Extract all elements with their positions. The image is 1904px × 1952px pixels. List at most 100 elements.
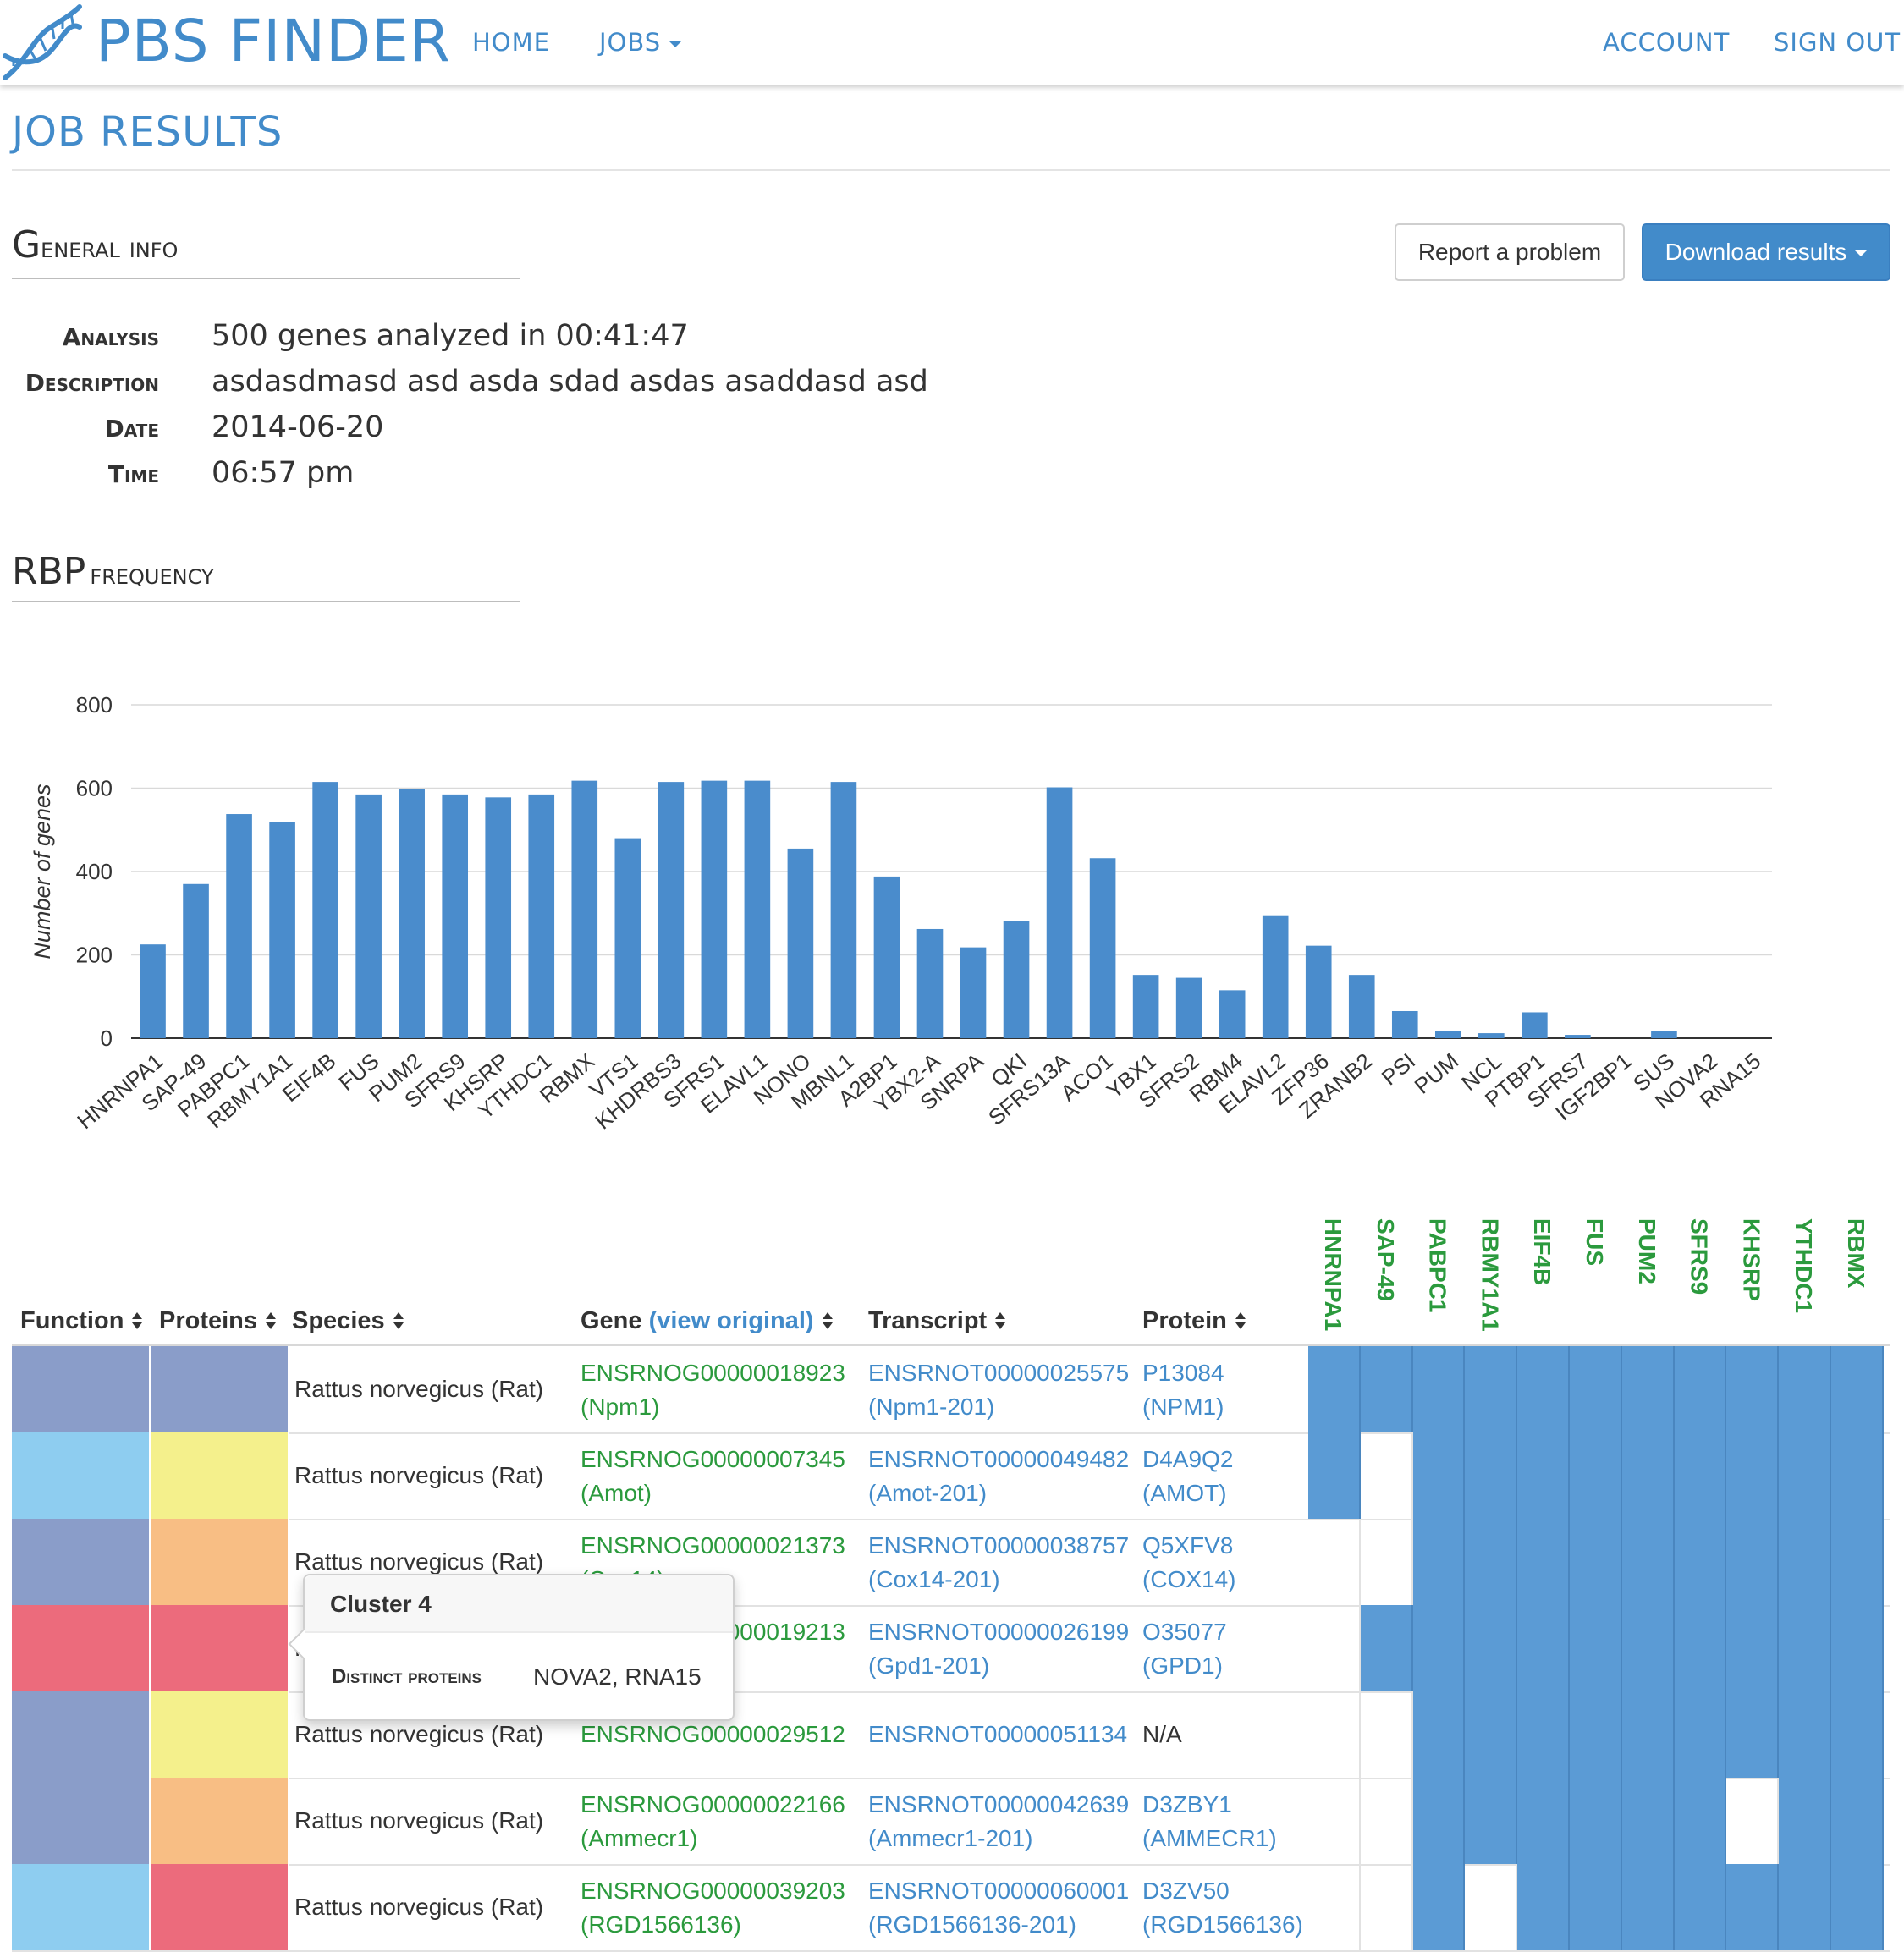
table-row[interactable]: Rattus norvegicus (Rat) ENSRNOG0000000734… bbox=[12, 1432, 1890, 1520]
function-cluster-swatch[interactable] bbox=[12, 1605, 151, 1691]
rbp-presence-cell[interactable] bbox=[1674, 1519, 1727, 1605]
proteins-cluster-swatch[interactable] bbox=[151, 1432, 289, 1519]
gene-id-link[interactable]: ENSRNOG00000039203 bbox=[581, 1874, 845, 1908]
transcript-name-link[interactable]: (Ammecr1-201) bbox=[868, 1822, 1129, 1856]
rbp-presence-cell[interactable] bbox=[1831, 1864, 1884, 1950]
rbp-column-header[interactable]: RBMY1A1 bbox=[1475, 1218, 1504, 1332]
transcript-id-link[interactable]: ENSRNOT00000051134 bbox=[868, 1718, 1127, 1751]
table-row[interactable]: Rattus norvegicus (Rat) ENSRNOG0000002951… bbox=[12, 1691, 1890, 1779]
rbp-column-header[interactable]: RBMX bbox=[1841, 1218, 1870, 1288]
header-function[interactable]: Function bbox=[20, 1295, 143, 1346]
transcript-id-link[interactable]: ENSRNOT00000042639 bbox=[868, 1788, 1129, 1822]
transcript-name-link[interactable]: (RGD1566136-201) bbox=[868, 1908, 1129, 1942]
rbp-presence-cell[interactable] bbox=[1726, 1432, 1780, 1519]
proteins-cluster-swatch[interactable] bbox=[151, 1346, 289, 1432]
rbp-presence-cell[interactable] bbox=[1570, 1605, 1622, 1691]
rbp-presence-cell[interactable] bbox=[1308, 1432, 1361, 1519]
nav-jobs-dropdown[interactable]: JOBS bbox=[599, 22, 682, 63]
rbp-presence-cell[interactable] bbox=[1465, 1605, 1518, 1691]
rbp-presence-cell[interactable] bbox=[1621, 1778, 1675, 1864]
rbp-presence-cell[interactable] bbox=[1779, 1864, 1831, 1950]
rbp-column-header[interactable]: YTHDC1 bbox=[1789, 1218, 1818, 1313]
function-cluster-swatch[interactable] bbox=[12, 1864, 151, 1950]
table-row[interactable]: Rattus norvegicus (Rat) ENSRNOG0000003920… bbox=[12, 1864, 1890, 1952]
proteins-cluster-swatch[interactable] bbox=[151, 1605, 289, 1691]
table-row[interactable]: Rattus norvegicus (Rat) ENSRNOG0000002137… bbox=[12, 1519, 1890, 1607]
rbp-column-header[interactable]: KHSRP bbox=[1736, 1218, 1765, 1301]
report-problem-button[interactable]: Report a problem bbox=[1395, 223, 1625, 281]
rbp-presence-cell[interactable] bbox=[1465, 1691, 1518, 1778]
rbp-presence-cell[interactable] bbox=[1621, 1432, 1675, 1519]
rbp-presence-cell[interactable] bbox=[1412, 1864, 1466, 1950]
rbp-presence-cell[interactable] bbox=[1465, 1778, 1518, 1864]
rbp-presence-cell[interactable] bbox=[1517, 1691, 1570, 1778]
rbp-presence-cell[interactable] bbox=[1621, 1691, 1675, 1778]
rbp-presence-cell[interactable] bbox=[1308, 1778, 1361, 1864]
rbp-presence-cell[interactable] bbox=[1570, 1346, 1622, 1432]
nav-account-link[interactable]: ACCOUNT bbox=[1603, 22, 1730, 63]
rbp-column-header[interactable]: PUM2 bbox=[1632, 1218, 1661, 1284]
rbp-presence-cell[interactable] bbox=[1570, 1519, 1622, 1605]
rbp-column-header[interactable]: HNRNPA1 bbox=[1318, 1218, 1347, 1331]
rbp-presence-cell[interactable] bbox=[1570, 1432, 1622, 1519]
transcript-id-link[interactable]: ENSRNOT00000060001 bbox=[868, 1874, 1129, 1908]
rbp-column-header[interactable]: SAP-49 bbox=[1371, 1218, 1400, 1301]
rbp-presence-cell[interactable] bbox=[1517, 1605, 1570, 1691]
transcript-name-link[interactable]: (Cox14-201) bbox=[868, 1563, 1129, 1597]
gene-name-link[interactable]: (Npm1) bbox=[581, 1390, 845, 1424]
rbp-presence-cell[interactable] bbox=[1674, 1691, 1727, 1778]
rbp-presence-cell[interactable] bbox=[1726, 1346, 1780, 1432]
protein-id-link[interactable]: Q5XFV8 bbox=[1142, 1529, 1235, 1563]
rbp-presence-cell[interactable] bbox=[1674, 1432, 1727, 1519]
rbp-presence-cell[interactable] bbox=[1308, 1691, 1361, 1778]
rbp-presence-cell[interactable] bbox=[1360, 1605, 1413, 1691]
rbp-presence-cell[interactable] bbox=[1465, 1346, 1518, 1432]
rbp-presence-cell[interactable] bbox=[1779, 1432, 1831, 1519]
rbp-presence-cell[interactable] bbox=[1726, 1864, 1780, 1950]
transcript-name-link[interactable]: (Amot-201) bbox=[868, 1476, 1129, 1510]
nav-sign-out-link[interactable]: SIGN OUT bbox=[1774, 22, 1901, 63]
transcript-name-link[interactable]: (Npm1-201) bbox=[868, 1390, 1129, 1424]
rbp-presence-cell[interactable] bbox=[1412, 1519, 1466, 1605]
rbp-presence-cell[interactable] bbox=[1779, 1346, 1831, 1432]
rbp-presence-cell[interactable] bbox=[1726, 1519, 1780, 1605]
protein-id-link[interactable]: D4A9Q2 bbox=[1142, 1443, 1233, 1476]
rbp-presence-cell[interactable] bbox=[1726, 1778, 1780, 1864]
rbp-presence-cell[interactable] bbox=[1674, 1346, 1727, 1432]
rbp-presence-cell[interactable] bbox=[1517, 1432, 1570, 1519]
rbp-presence-cell[interactable] bbox=[1465, 1864, 1518, 1950]
rbp-presence-cell[interactable] bbox=[1779, 1519, 1831, 1605]
rbp-presence-cell[interactable] bbox=[1779, 1691, 1831, 1778]
rbp-presence-cell[interactable] bbox=[1412, 1605, 1466, 1691]
rbp-presence-cell[interactable] bbox=[1831, 1346, 1884, 1432]
function-cluster-swatch[interactable] bbox=[12, 1778, 151, 1864]
proteins-cluster-swatch[interactable] bbox=[151, 1778, 289, 1864]
protein-name-link[interactable]: (GPD1) bbox=[1142, 1649, 1227, 1683]
gene-name-link[interactable]: (RGD1566136) bbox=[581, 1908, 845, 1942]
rbp-presence-cell[interactable] bbox=[1621, 1605, 1675, 1691]
protein-name-link[interactable]: (RGD1566136) bbox=[1142, 1908, 1303, 1942]
download-results-button[interactable]: Download results bbox=[1642, 223, 1890, 281]
rbp-presence-cell[interactable] bbox=[1570, 1864, 1622, 1950]
transcript-id-link[interactable]: ENSRNOT00000049482 bbox=[868, 1443, 1129, 1476]
protein-name-link[interactable]: (NPM1) bbox=[1142, 1390, 1224, 1424]
rbp-presence-cell[interactable] bbox=[1517, 1519, 1570, 1605]
rbp-presence-cell[interactable] bbox=[1361, 1432, 1413, 1519]
gene-id-link[interactable]: ENSRNOG00000021373 bbox=[581, 1529, 845, 1563]
rbp-presence-cell[interactable] bbox=[1570, 1691, 1622, 1778]
rbp-presence-cell[interactable] bbox=[1308, 1864, 1361, 1950]
gene-id-link[interactable]: ENSRNOG00000007345 bbox=[581, 1443, 845, 1476]
gene-id-link[interactable]: ENSRNOG00000018923 bbox=[581, 1356, 845, 1390]
header-protein[interactable]: Protein bbox=[1142, 1295, 1246, 1346]
rbp-presence-cell[interactable] bbox=[1360, 1346, 1413, 1432]
function-cluster-swatch[interactable] bbox=[12, 1691, 151, 1778]
rbp-presence-cell[interactable] bbox=[1831, 1605, 1884, 1691]
protein-id-link[interactable]: D3ZV50 bbox=[1142, 1874, 1303, 1908]
rbp-presence-cell[interactable] bbox=[1831, 1691, 1884, 1778]
header-species[interactable]: Species bbox=[292, 1295, 404, 1346]
table-row[interactable]: Rattus norvegicus (Rat) ENSRNOG0000001892… bbox=[12, 1346, 1890, 1434]
rbp-presence-cell[interactable] bbox=[1308, 1605, 1361, 1691]
rbp-presence-cell[interactable] bbox=[1831, 1519, 1884, 1605]
proteins-cluster-swatch[interactable] bbox=[151, 1864, 289, 1950]
rbp-presence-cell[interactable] bbox=[1674, 1778, 1727, 1864]
